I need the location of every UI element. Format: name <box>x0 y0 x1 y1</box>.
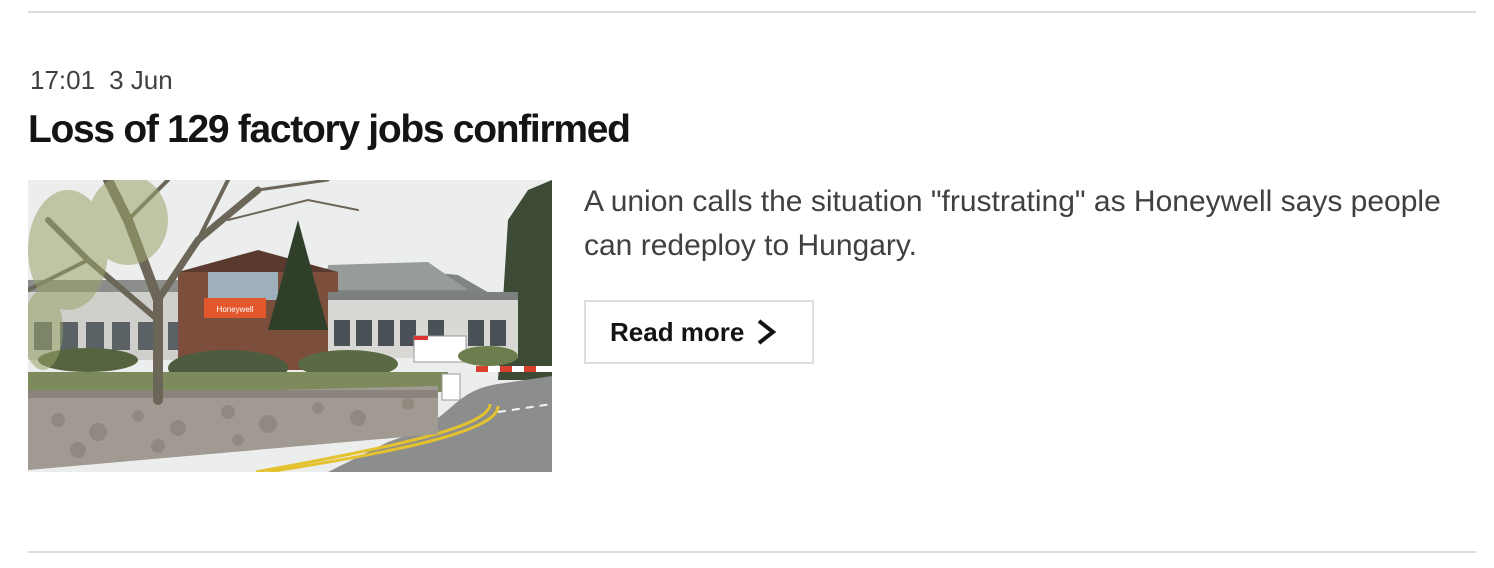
top-divider <box>28 11 1476 13</box>
bottom-divider <box>28 551 1476 553</box>
story-headline[interactable]: Loss of 129 factory jobs confirmed <box>28 106 631 154</box>
story-image[interactable]: Honeywell <box>28 180 552 472</box>
story-date: 3 Jun <box>109 65 173 95</box>
story-timestamp: 17:01 3 Jun <box>30 64 173 96</box>
chevron-right-icon <box>758 319 777 345</box>
read-more-button[interactable]: Read more <box>584 300 814 364</box>
read-more-label: Read more <box>610 316 745 347</box>
story-time: 17:01 <box>30 65 96 95</box>
story-summary: A union calls the situation "frustrating… <box>584 185 1441 262</box>
factory-sign-text: Honeywell <box>217 305 254 314</box>
